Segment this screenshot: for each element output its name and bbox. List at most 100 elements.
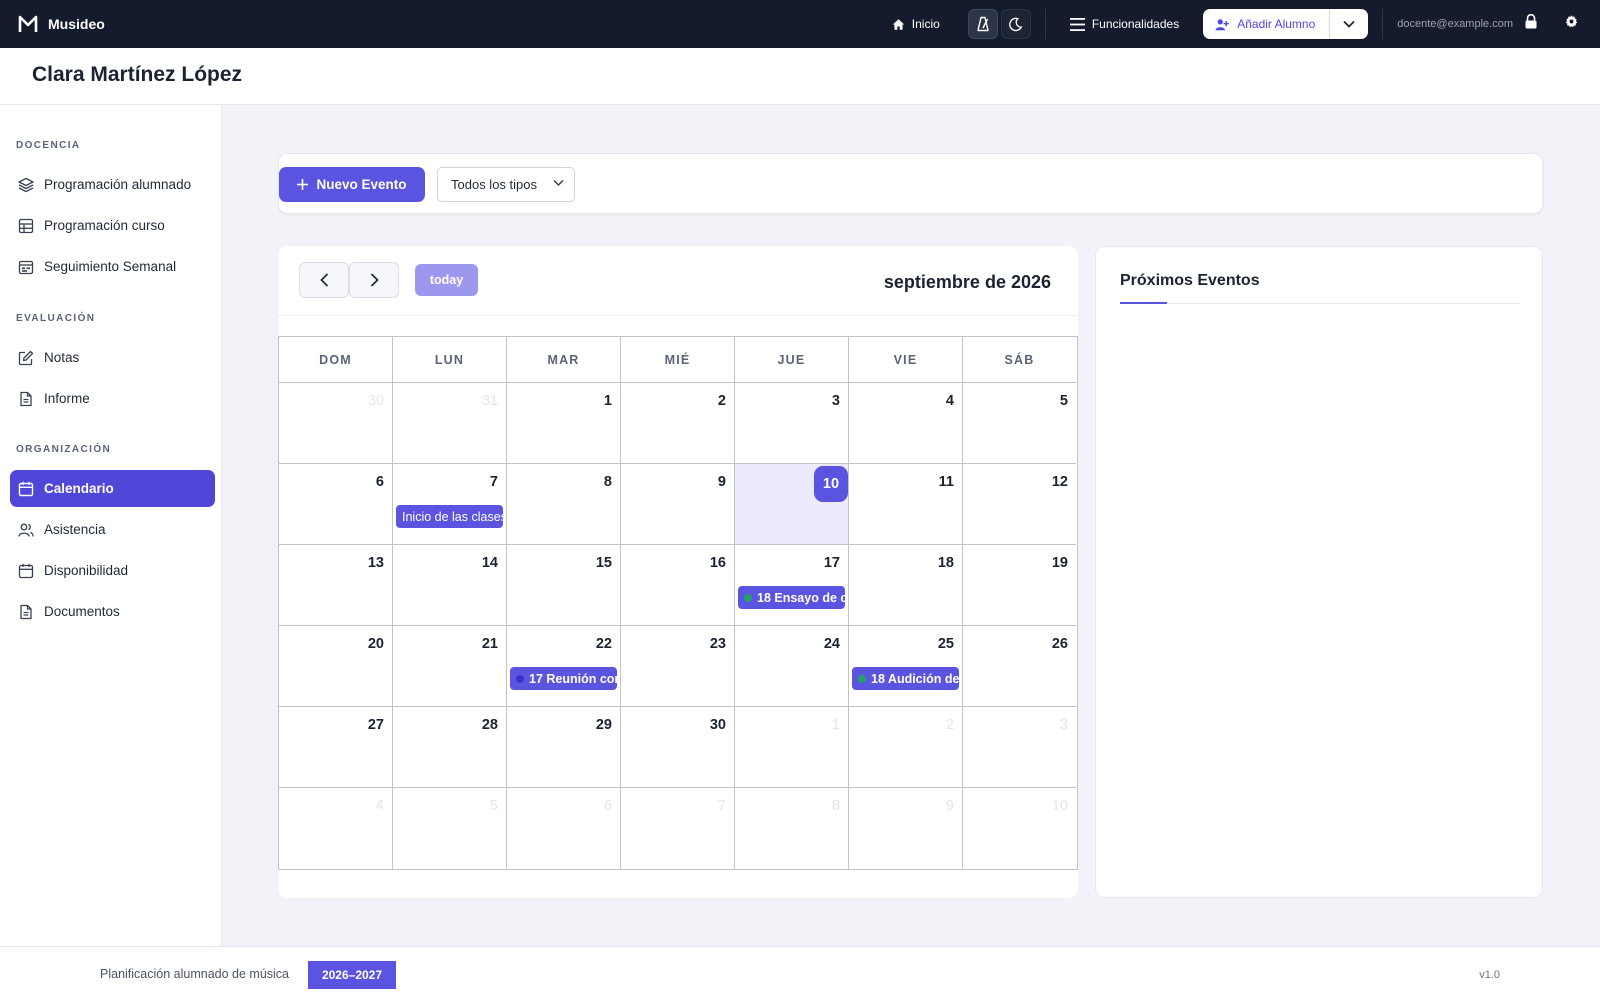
dark-mode-button[interactable] bbox=[1000, 9, 1031, 39]
day-cell[interactable]: 4 bbox=[849, 383, 963, 464]
day-number[interactable]: 12 bbox=[1052, 474, 1068, 490]
day-cell[interactable]: 6 bbox=[279, 464, 393, 545]
day-number[interactable]: 27 bbox=[368, 717, 384, 733]
today-button[interactable]: today bbox=[415, 264, 478, 296]
day-number[interactable]: 23 bbox=[710, 636, 726, 652]
day-number[interactable]: 1 bbox=[832, 717, 840, 733]
day-number[interactable]: 4 bbox=[946, 393, 954, 409]
day-number[interactable]: 5 bbox=[490, 798, 498, 814]
day-number[interactable]: 25 bbox=[938, 636, 954, 652]
prev-month-button[interactable] bbox=[299, 262, 349, 298]
day-cell[interactable]: 18 bbox=[849, 545, 963, 626]
day-number[interactable]: 4 bbox=[376, 798, 384, 814]
day-cell[interactable]: 30 bbox=[621, 707, 735, 788]
day-cell[interactable]: 26 bbox=[963, 626, 1076, 707]
day-cell[interactable]: 5 bbox=[963, 383, 1076, 464]
day-number[interactable]: 29 bbox=[596, 717, 612, 733]
day-number[interactable]: 18 bbox=[938, 555, 954, 571]
day-number[interactable]: 16 bbox=[710, 555, 726, 571]
day-number[interactable]: 21 bbox=[482, 636, 498, 652]
day-number[interactable]: 30 bbox=[368, 393, 384, 409]
day-number[interactable]: 2 bbox=[718, 393, 726, 409]
sidebar-item-programacion-alumnado[interactable]: Programación alumnado bbox=[10, 166, 215, 203]
day-number[interactable]: 31 bbox=[482, 393, 498, 409]
day-cell[interactable]: 25 18 Audición de piano bbox=[849, 626, 963, 707]
day-cell[interactable]: 7 Inicio de las clases bbox=[393, 464, 507, 545]
sidebar-item-notas[interactable]: Notas bbox=[10, 339, 215, 376]
day-number[interactable]: 6 bbox=[376, 474, 384, 490]
day-cell[interactable]: 30 bbox=[279, 383, 393, 464]
day-cell[interactable]: 6 bbox=[507, 788, 621, 869]
day-cell[interactable]: 31 bbox=[393, 383, 507, 464]
day-number[interactable]: 7 bbox=[718, 798, 726, 814]
next-month-button[interactable] bbox=[349, 262, 399, 298]
day-cell[interactable]: 4 bbox=[279, 788, 393, 869]
day-number[interactable]: 17 bbox=[824, 555, 840, 571]
day-cell[interactable]: 10 bbox=[963, 788, 1076, 869]
sidebar-item-seguimiento-semanal[interactable]: Seguimiento Semanal bbox=[10, 248, 215, 285]
logout-button[interactable] bbox=[1525, 13, 1537, 34]
event-type-select[interactable]: Todos los tipos bbox=[437, 167, 575, 202]
new-event-button[interactable]: Nuevo Evento bbox=[279, 167, 425, 202]
day-number[interactable]: 15 bbox=[596, 555, 612, 571]
day-number[interactable]: 9 bbox=[718, 474, 726, 490]
metronome-mode-button[interactable] bbox=[967, 9, 998, 39]
day-number[interactable]: 3 bbox=[832, 393, 840, 409]
day-number[interactable]: 19 bbox=[1052, 555, 1068, 571]
calendar-event[interactable]: 17 Reunión con familias bbox=[510, 667, 617, 690]
day-cell[interactable]: 9 bbox=[849, 788, 963, 869]
sidebar-item-informe[interactable]: Informe bbox=[10, 380, 215, 417]
day-number[interactable]: 11 bbox=[939, 474, 954, 490]
day-number[interactable]: 7 bbox=[490, 474, 498, 490]
day-cell[interactable]: 14 bbox=[393, 545, 507, 626]
day-cell[interactable]: 1 bbox=[507, 383, 621, 464]
day-number[interactable]: 1 bbox=[604, 393, 612, 409]
day-cell[interactable]: 9 bbox=[621, 464, 735, 545]
day-cell[interactable]: 19 bbox=[963, 545, 1076, 626]
day-cell[interactable]: 23 bbox=[621, 626, 735, 707]
day-number[interactable]: 24 bbox=[824, 636, 840, 652]
day-cell[interactable]: 22 17 Reunión con familias bbox=[507, 626, 621, 707]
upcoming-events-title[interactable]: Próximos Eventos bbox=[1120, 272, 1260, 290]
home-link[interactable]: Inicio bbox=[882, 9, 950, 39]
day-cell[interactable]: 15 bbox=[507, 545, 621, 626]
day-number[interactable]: 6 bbox=[604, 798, 612, 814]
day-number[interactable]: 20 bbox=[368, 636, 384, 652]
brand[interactable]: Musideo bbox=[18, 14, 105, 34]
calendar-event[interactable]: Inicio de las clases bbox=[396, 505, 503, 528]
day-cell[interactable]: 8 bbox=[735, 788, 849, 869]
day-number[interactable]: 2 bbox=[946, 717, 954, 733]
day-cell[interactable]: 17 18 Ensayo de coro bbox=[735, 545, 849, 626]
day-cell[interactable]: 20 bbox=[279, 626, 393, 707]
day-number[interactable]: 8 bbox=[604, 474, 612, 490]
day-cell[interactable]: 29 bbox=[507, 707, 621, 788]
day-cell[interactable]: 24 bbox=[735, 626, 849, 707]
sidebar-item-disponibilidad[interactable]: Disponibilidad bbox=[10, 552, 215, 589]
day-cell[interactable]: 10 bbox=[735, 464, 849, 545]
day-cell[interactable]: 2 bbox=[621, 383, 735, 464]
day-number[interactable]: 22 bbox=[596, 636, 612, 652]
day-cell[interactable]: 3 bbox=[963, 707, 1076, 788]
day-cell[interactable]: 2 bbox=[849, 707, 963, 788]
day-number[interactable]: 26 bbox=[1052, 636, 1068, 652]
calendar-event[interactable]: 18 Audición de piano bbox=[852, 667, 959, 690]
day-cell[interactable]: 7 bbox=[621, 788, 735, 869]
day-number[interactable]: 10 bbox=[1052, 798, 1068, 814]
features-menu[interactable]: Funcionalidades bbox=[1060, 9, 1189, 39]
sidebar-item-programacion-curso[interactable]: Programación curso bbox=[10, 207, 215, 244]
sidebar-item-calendario[interactable]: Calendario bbox=[10, 470, 215, 507]
day-cell[interactable]: 1 bbox=[735, 707, 849, 788]
day-cell[interactable]: 16 bbox=[621, 545, 735, 626]
day-cell[interactable]: 27 bbox=[279, 707, 393, 788]
day-number[interactable]: 5 bbox=[1060, 393, 1068, 409]
day-number[interactable]: 30 bbox=[710, 717, 726, 733]
day-cell[interactable]: 3 bbox=[735, 383, 849, 464]
day-cell[interactable]: 12 bbox=[963, 464, 1076, 545]
day-cell[interactable]: 5 bbox=[393, 788, 507, 869]
sidebar-item-asistencia[interactable]: Asistencia bbox=[10, 511, 215, 548]
day-cell[interactable]: 8 bbox=[507, 464, 621, 545]
day-number[interactable]: 28 bbox=[482, 717, 498, 733]
day-number[interactable]: 8 bbox=[832, 798, 840, 814]
add-student-button[interactable]: Añadir Alumno bbox=[1203, 9, 1331, 39]
today-day-number[interactable]: 10 bbox=[814, 466, 848, 502]
